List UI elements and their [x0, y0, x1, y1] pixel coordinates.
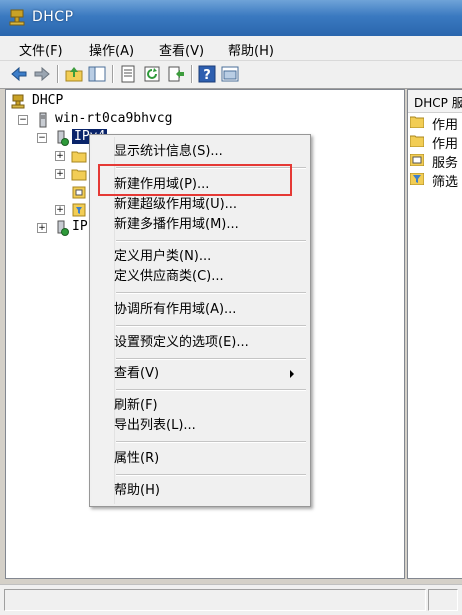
toolbar-separator — [191, 65, 193, 83]
dhcp-root-icon — [11, 94, 25, 109]
dhcp-window: DHCP 文件(F) 操作(A) 查看(V) 帮助(H) ? DHCP − wi… — [0, 0, 462, 615]
menu-bar: 文件(F) 操作(A) 查看(V) 帮助(H) — [0, 36, 462, 61]
details-header[interactable]: DHCP 服 — [408, 90, 462, 113]
toolbar-separator — [112, 65, 114, 83]
server-options-icon — [410, 154, 424, 166]
expand-icon[interactable]: + — [37, 223, 47, 233]
details-row-label: 作用 — [432, 118, 459, 133]
expand-icon[interactable]: + — [55, 151, 65, 161]
folder-icon — [71, 169, 87, 181]
title-bar[interactable]: DHCP — [0, 0, 462, 37]
dhcp-app-icon — [9, 9, 25, 26]
refresh-icon[interactable] — [142, 64, 162, 84]
details-pane[interactable]: DHCP 服 作用 作用 服务 筛选 — [407, 89, 462, 579]
ctx-new-scope[interactable]: 新建作用域(P)... — [114, 175, 304, 195]
ctx-show-statistics[interactable]: 显示统计信息(S)... — [114, 142, 304, 162]
show-hide-tree-icon[interactable] — [87, 64, 107, 84]
ipv6-server-icon — [57, 220, 69, 236]
collapse-icon[interactable]: − — [37, 133, 47, 143]
console-view-icon[interactable] — [220, 64, 240, 84]
ctx-help[interactable]: 帮助(H) — [114, 481, 304, 501]
toolbar-separator — [57, 65, 59, 83]
ipv4-server-icon — [57, 130, 69, 146]
expand-icon[interactable]: + — [55, 169, 65, 179]
server-icon — [39, 112, 47, 128]
ctx-separator — [116, 167, 306, 169]
folder-icon — [71, 151, 87, 163]
ctx-view[interactable]: 查看(V) — [114, 364, 304, 384]
up-folder-icon[interactable] — [64, 64, 84, 84]
ctx-define-user-classes[interactable]: 定义用户类(N)... — [114, 247, 304, 267]
ctx-separator — [116, 474, 306, 476]
tree-label-server: win-rt0ca9bhvcg — [55, 111, 173, 126]
status-bar — [0, 584, 462, 615]
ctx-separator — [116, 389, 306, 391]
ctx-separator — [116, 441, 306, 443]
context-menu: 显示统计信息(S)... 新建作用域(P)... 新建超级作用域(U)... 新… — [89, 134, 311, 507]
ctx-new-superscope[interactable]: 新建超级作用域(U)... — [114, 195, 304, 215]
filter-icon — [410, 173, 424, 185]
ctx-separator — [116, 240, 306, 242]
details-header-label: DHCP 服 — [414, 96, 462, 110]
expand-icon[interactable]: + — [55, 205, 65, 215]
ctx-view-label: 查看(V) — [114, 366, 160, 381]
ctx-define-vendor-classes[interactable]: 定义供应商类(C)... — [114, 267, 304, 287]
ctx-export-list[interactable]: 导出列表(L)... — [114, 416, 304, 436]
status-cell — [428, 589, 458, 611]
details-row-label: 作用 — [432, 137, 459, 152]
status-cell — [4, 589, 426, 611]
details-row-label: 服务 — [432, 156, 459, 171]
back-icon[interactable] — [9, 64, 29, 84]
ctx-refresh[interactable]: 刷新(F) — [114, 396, 304, 416]
menu-help[interactable]: 帮助(H) — [226, 40, 276, 59]
filter-icon — [72, 203, 86, 217]
window-title: DHCP — [32, 9, 74, 25]
ctx-separator — [116, 325, 306, 327]
export-list-icon[interactable] — [166, 64, 186, 84]
ctx-separator — [116, 292, 306, 294]
ctx-properties[interactable]: 属性(R) — [114, 449, 304, 469]
properties-icon[interactable] — [118, 64, 138, 84]
folder-icon — [410, 135, 424, 147]
details-row-label: 筛选 — [432, 175, 459, 190]
svg-text:?: ? — [203, 68, 211, 83]
menu-file[interactable]: 文件(F) — [17, 40, 65, 59]
toolbar: ? — [0, 61, 462, 89]
tree-node-ipv6[interactable]: + IP — [37, 219, 97, 237]
ctx-reconcile-all-scopes[interactable]: 协调所有作用域(A)... — [114, 300, 304, 320]
tree-node-dhcp[interactable]: DHCP — [10, 93, 210, 111]
help-icon[interactable]: ? — [197, 64, 217, 84]
tree-node-server[interactable]: − win-rt0ca9bhvcg — [18, 111, 278, 129]
menu-view[interactable]: 查看(V) — [157, 40, 206, 59]
tree-label-ipv6: IP — [72, 219, 88, 234]
submenu-arrow-icon — [290, 370, 294, 378]
context-menu-gutter — [92, 137, 115, 504]
ctx-new-multicast-scope[interactable]: 新建多播作用域(M)... — [114, 215, 304, 235]
ctx-set-predefined-options[interactable]: 设置预定义的选项(E)... — [114, 333, 304, 353]
collapse-icon[interactable]: − — [18, 115, 28, 125]
forward-icon[interactable] — [32, 64, 52, 84]
tree-label-dhcp: DHCP — [32, 93, 64, 108]
ctx-separator — [116, 358, 306, 360]
menu-action[interactable]: 操作(A) — [87, 40, 136, 59]
folder-icon — [410, 116, 424, 128]
server-options-icon — [72, 186, 86, 199]
